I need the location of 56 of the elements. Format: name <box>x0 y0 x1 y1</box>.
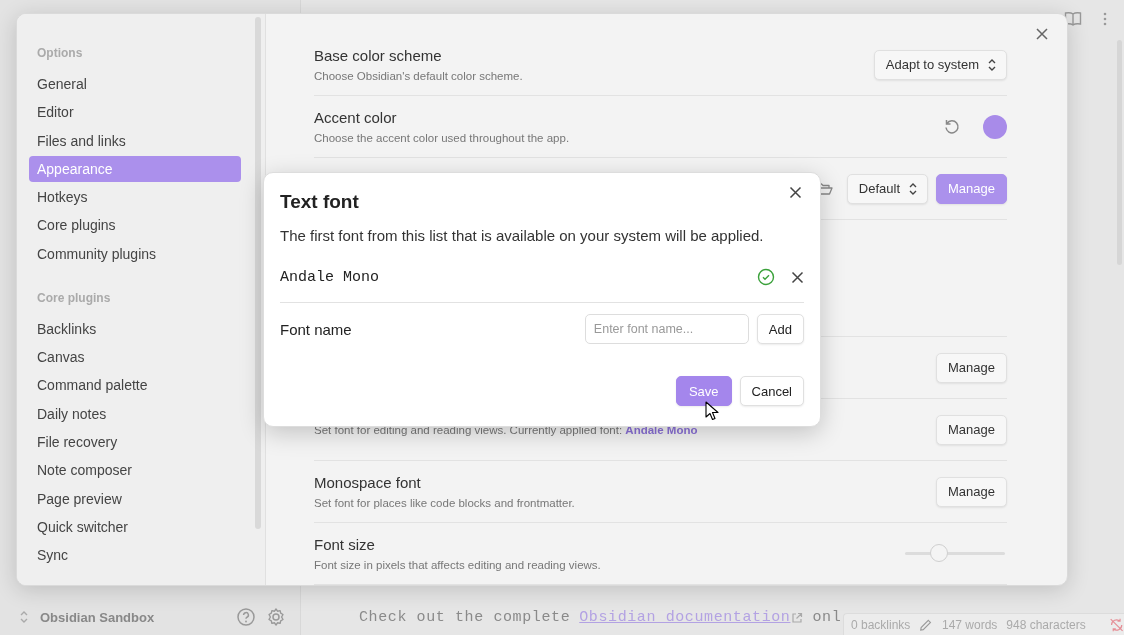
font-name: Andale Mono <box>280 268 381 286</box>
add-button[interactable]: Add <box>756 314 804 344</box>
sidebar-item[interactable]: Community plugins <box>29 240 241 267</box>
sidebar-item[interactable]: Daily notes <box>29 400 241 427</box>
font-size-slider[interactable] <box>930 544 948 562</box>
note-text: onl <box>812 609 842 626</box>
word-count: 147 words <box>941 617 998 632</box>
field-label: Font name <box>280 320 353 338</box>
setting-title: Accent color <box>314 109 398 126</box>
remove-icon[interactable] <box>791 270 804 284</box>
sidebar-item[interactable]: Editor <box>29 99 241 126</box>
more-icon[interactable] <box>1102 11 1108 27</box>
cursor-icon <box>705 401 719 421</box>
sidebar-heading: Core plugins <box>36 289 112 307</box>
setting-title: Monospace font <box>314 474 422 491</box>
sidebar-item[interactable]: Hotkeys <box>29 184 241 211</box>
close-icon[interactable] <box>789 186 802 199</box>
manage-button[interactable]: Manage <box>936 414 1007 445</box>
sidebar-item[interactable]: Page preview <box>29 485 241 512</box>
sidebar-item[interactable]: File recovery <box>29 428 241 455</box>
external-link-icon <box>791 611 804 624</box>
color-scheme-dropdown[interactable]: Adapt to system <box>873 49 1007 80</box>
dialog-description: The first font from this list that is available on your system will be applied. <box>280 227 765 244</box>
chevrons-icon <box>987 57 997 72</box>
chevrons-icon[interactable] <box>18 609 30 625</box>
character-count: 948 characters <box>1006 617 1086 632</box>
close-icon[interactable] <box>1035 27 1049 41</box>
sidebar-item[interactable]: Backlinks <box>29 315 241 342</box>
setting-title: Base color scheme <box>314 47 443 64</box>
dialog-title: Text font <box>280 191 359 214</box>
setting-description: Font size in pixels that affects editing and reading views. <box>314 559 602 571</box>
book-icon[interactable] <box>1064 11 1082 27</box>
setting-title: Font size <box>314 536 376 553</box>
accent-color-swatch[interactable] <box>983 114 1007 139</box>
setting-description: Choose Obsidian's default color scheme. <box>314 70 524 82</box>
sidebar-item[interactable]: Core plugins <box>29 212 241 239</box>
note-text: Check out the complete <box>359 609 571 626</box>
settings-icon[interactable] <box>266 607 286 627</box>
chevrons-icon <box>908 181 918 196</box>
reset-icon[interactable] <box>943 117 961 136</box>
sidebar-item[interactable]: Canvas <box>29 344 241 371</box>
font-dropdown[interactable]: Default <box>846 173 928 204</box>
manage-button[interactable]: Manage <box>936 352 1007 383</box>
sidebar-item[interactable]: Sync <box>29 542 241 569</box>
sidebar-item[interactable]: Note composer <box>29 457 241 484</box>
sidebar-heading: Options <box>36 45 84 62</box>
sidebar-item[interactable]: Command palette <box>29 372 241 399</box>
sidebar-item[interactable]: Files and links <box>29 127 241 154</box>
sidebar-item[interactable]: General <box>29 71 241 97</box>
cancel-button[interactable]: Cancel <box>739 376 804 406</box>
setting-description: Set font for places like code blocks and frontmatter. <box>314 497 576 509</box>
help-icon[interactable] <box>236 607 256 627</box>
sidebar-item[interactable]: Quick switcher <box>29 513 241 540</box>
font-name-field[interactable]: Enter font name... <box>584 314 749 344</box>
manage-button[interactable]: Manage <box>936 476 1007 507</box>
setting-description: Choose the accent color used throughout the app. <box>314 132 571 144</box>
